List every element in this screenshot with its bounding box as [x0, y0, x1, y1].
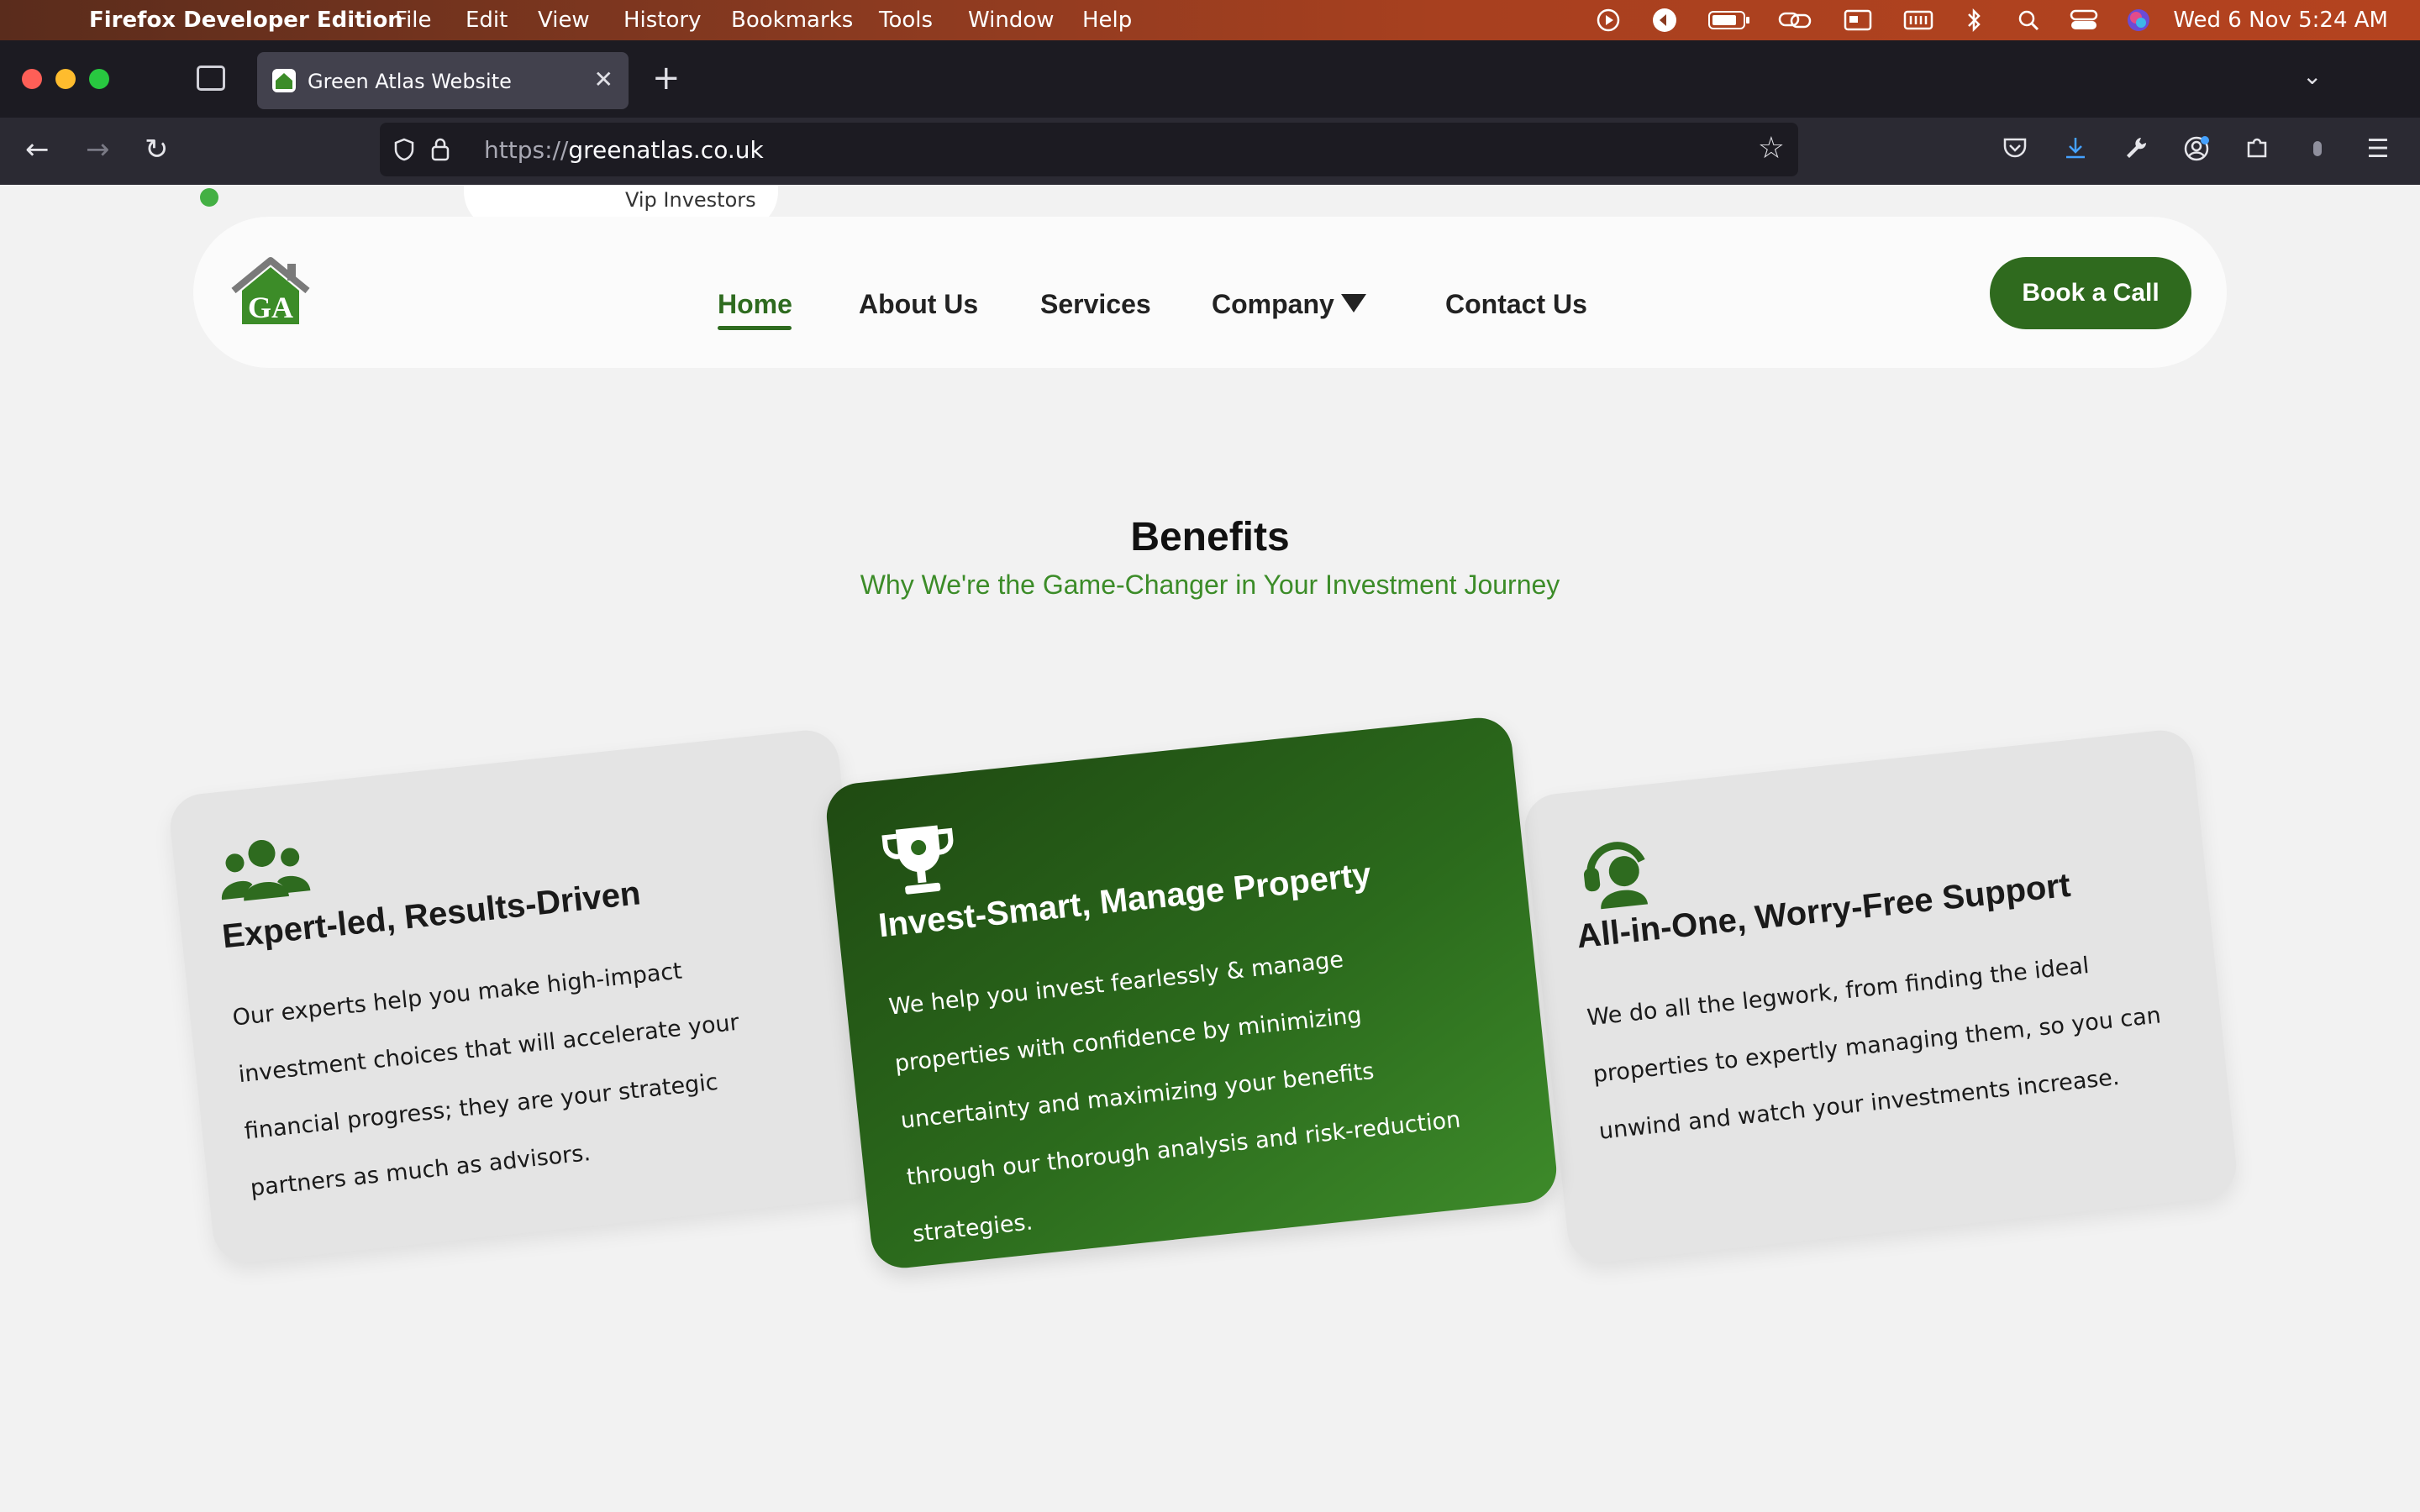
- vpn-status-icon[interactable]: [1650, 7, 1679, 34]
- investor-avatars-icon: [511, 185, 603, 186]
- benefits-subtitle: Why We're the Game-Changer in Your Inves…: [860, 570, 1560, 600]
- tab-title: Green Atlas Website: [308, 70, 512, 93]
- menu-window[interactable]: Window: [968, 8, 1055, 33]
- bookmark-star-icon[interactable]: ☆: [1758, 131, 1785, 165]
- svg-text:GA: GA: [248, 291, 293, 324]
- menu-file[interactable]: File: [395, 8, 432, 33]
- firefox-view-icon[interactable]: [197, 66, 225, 91]
- green-atlas-logo[interactable]: GA: [229, 257, 313, 326]
- lock-icon[interactable]: [430, 136, 450, 161]
- spotlight-search-icon[interactable]: [2015, 7, 2042, 34]
- site-header: GA Home About Us Services Company Contac…: [193, 217, 2227, 368]
- nav-company[interactable]: Company: [1212, 289, 1334, 320]
- nav-home[interactable]: Home: [718, 289, 792, 320]
- window-close-icon[interactable]: [22, 69, 42, 89]
- vip-investors-label: Vip Investors: [625, 188, 756, 212]
- url-scheme: https://: [484, 136, 569, 164]
- battery-icon[interactable]: [1706, 7, 1753, 34]
- extension-icon[interactable]: [2302, 134, 2333, 165]
- link-status-icon[interactable]: [1776, 7, 1813, 34]
- tab-close-icon[interactable]: ✕: [594, 66, 613, 93]
- window-minimize-icon[interactable]: [55, 69, 76, 89]
- extensions-puzzle-icon[interactable]: [2242, 134, 2272, 165]
- card-body: We help you invest fearlessly & manage p…: [887, 946, 1462, 1248]
- menubar-clock[interactable]: Wed 6 Nov 5:24 AM: [2173, 8, 2388, 33]
- play-status-icon[interactable]: [1595, 7, 1622, 34]
- benefit-card-invest-smart: Invest-Smart, Manage Property We help yo…: [823, 714, 1560, 1272]
- benefit-card-expert-led: Expert-led, Results-Driven Our experts h…: [166, 727, 886, 1266]
- memory-status-icon[interactable]: [1902, 7, 1934, 34]
- browser-tab-active[interactable]: Green Atlas Website ✕: [257, 52, 629, 109]
- nav-contact-us[interactable]: Contact Us: [1445, 289, 1587, 320]
- macos-menu-bar: Firefox Developer Edition File Edit View…: [0, 0, 2420, 40]
- menu-edit[interactable]: Edit: [466, 8, 508, 33]
- tab-list-chevron-icon[interactable]: ⌄: [2302, 62, 2322, 90]
- card-body: We do all the legwork, from finding the …: [1586, 952, 2163, 1145]
- users-icon: [222, 839, 311, 901]
- nav-services[interactable]: Services: [1040, 289, 1151, 320]
- menu-view[interactable]: View: [538, 8, 590, 33]
- url-host: greenatlas.co.uk: [568, 136, 764, 164]
- nav-about-us[interactable]: About Us: [859, 289, 978, 320]
- site-favicon-icon: [272, 69, 296, 92]
- menu-help[interactable]: Help: [1082, 8, 1132, 33]
- back-arrow-icon[interactable]: ←: [25, 133, 50, 166]
- developer-tools-wrench-icon[interactable]: [2121, 134, 2151, 165]
- pocket-icon[interactable]: [2000, 134, 2030, 165]
- bluetooth-icon[interactable]: [1961, 7, 1986, 34]
- display-status-icon[interactable]: [1842, 7, 1874, 34]
- benefits-heading: Benefits: [1130, 515, 1290, 559]
- siri-icon[interactable]: [2124, 7, 2153, 34]
- menu-bookmarks[interactable]: Bookmarks: [731, 8, 853, 33]
- url-bar[interactable]: https://greenatlas.co.uk ☆: [380, 123, 1798, 176]
- new-tab-icon[interactable]: +: [652, 59, 681, 97]
- headset-icon: [1583, 842, 1649, 910]
- trophy-icon: [881, 825, 954, 895]
- downloads-icon[interactable]: [2060, 134, 2091, 165]
- nav-active-underline: [718, 326, 792, 330]
- account-icon[interactable]: [2181, 134, 2212, 165]
- status-dot: [200, 188, 218, 207]
- benefit-card-all-in-one: All-in-One, Worry-Free Support We do all…: [1521, 727, 2240, 1266]
- menu-history[interactable]: History: [623, 8, 702, 33]
- tracking-shield-icon[interactable]: [393, 138, 415, 161]
- menu-tools[interactable]: Tools: [879, 8, 933, 33]
- company-dropdown-caret-icon[interactable]: [1341, 294, 1366, 312]
- forward-arrow-icon[interactable]: →: [86, 133, 110, 166]
- window-zoom-icon[interactable]: [89, 69, 109, 89]
- card-body: Our experts help you make high-impact in…: [231, 958, 741, 1202]
- control-center-icon[interactable]: [2069, 7, 2099, 34]
- web-page: Vip Investors GA Home About Us Services …: [0, 185, 2420, 1512]
- reload-icon[interactable]: ↻: [145, 133, 169, 166]
- book-a-call-button[interactable]: Book a Call: [1990, 257, 2191, 329]
- app-name-menu[interactable]: Firefox Developer Edition: [89, 8, 403, 33]
- hamburger-menu-icon[interactable]: ☰: [2363, 134, 2393, 165]
- url-text[interactable]: https://greenatlas.co.uk: [484, 136, 764, 164]
